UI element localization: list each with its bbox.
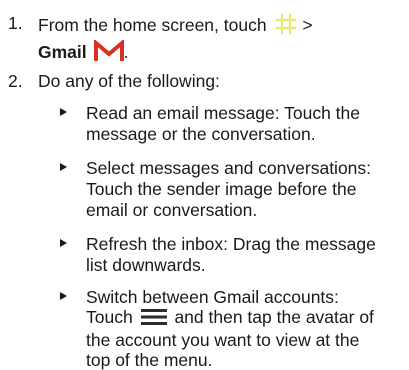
step-2: 2. Do any of the following: (0, 71, 400, 93)
bullet-item-switch-accounts: Switch between Gmail accounts: Touch and… (0, 287, 409, 370)
gmail-label: Gmail (38, 42, 87, 62)
bullet-line: Touch the sender image before the (86, 179, 357, 199)
bullet-line: Switch between Gmail accounts: (86, 287, 339, 307)
bullet-arrow-icon (60, 239, 67, 247)
bullet-arrow-icon (60, 163, 67, 171)
step-number: 2. (8, 71, 23, 91)
step-number: 1. (8, 13, 23, 33)
bullet-text: Refresh the inbox: Drag the message list… (86, 234, 402, 276)
bullet-line: the account you want to view at the (86, 330, 360, 350)
menu-icon (140, 308, 167, 330)
bullet-line-suffix: and then tap the avatar of (174, 307, 374, 327)
bullet-line: top of the menu. (86, 350, 213, 370)
bullet-line: Read an email message: Touch the (86, 103, 361, 123)
step-text: Do any of the following: (38, 71, 398, 92)
bullet-text: Select messages and conversations: Touch… (86, 158, 402, 221)
separator: > (302, 15, 313, 35)
bullet-item-select-messages: Select messages and conversations: Touch… (0, 158, 409, 224)
step-text: From the home screen, touch > Gmail . (38, 13, 398, 67)
bullet-line-prefix: Touch (86, 307, 133, 327)
bullet-arrow-icon (60, 292, 67, 300)
bullet-text: Switch between Gmail accounts: Touch and… (86, 287, 402, 370)
instructions-page: 1. From the home screen, touch > Gmail .… (0, 0, 409, 370)
apps-grid-icon (275, 13, 297, 40)
bullet-line: Select messages and conversations: (86, 158, 372, 178)
bullet-line: Refresh the inbox: Drag the message (86, 234, 376, 254)
bullet-item-refresh-inbox: Refresh the inbox: Drag the message list… (0, 234, 409, 278)
bullet-line: message or the conversation. (86, 124, 316, 144)
bullet-line: email or conversation. (86, 200, 258, 220)
bullet-line: list downwards. (86, 255, 206, 275)
bullet-text: Read an email message: Touch the message… (86, 103, 402, 145)
bullet-item-read-email: Read an email message: Touch the message… (0, 103, 409, 147)
bullet-arrow-icon (60, 108, 67, 116)
gmail-icon (93, 38, 124, 67)
step-1-text: From the home screen, touch (38, 15, 267, 35)
step-2-text: Do any of the following: (38, 71, 220, 91)
step-1: 1. From the home screen, touch > Gmail . (0, 13, 400, 62)
period: . (123, 42, 129, 62)
